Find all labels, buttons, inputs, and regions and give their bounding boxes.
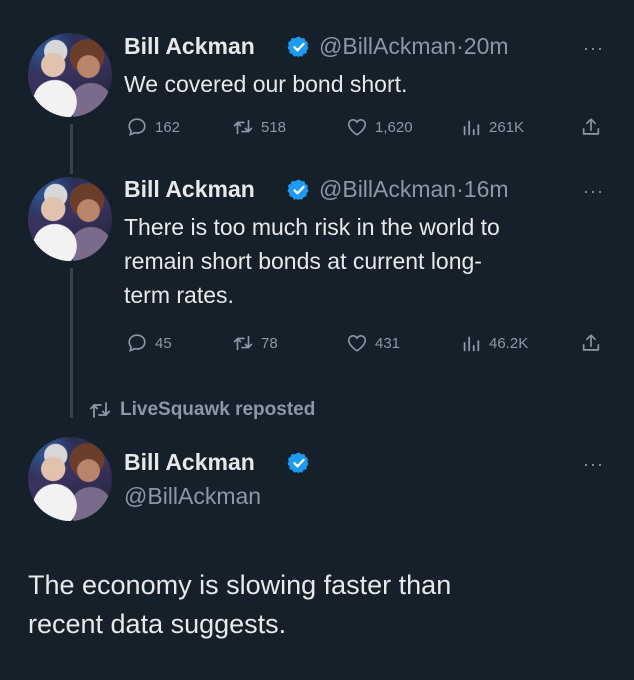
author-name[interactable]: Bill Ackman [124,33,255,60]
reply-count: 45 [155,334,172,352]
avatar[interactable] [28,177,112,261]
tweet-text-line: remain short bonds at current long- [124,248,482,274]
repost-icon [88,398,112,422]
more-icon[interactable]: ··· [583,38,604,59]
like-icon [346,332,368,354]
tweet-text: There is too much risk in the world to r… [124,210,500,312]
timestamp[interactable]: 16m [464,176,509,202]
views-icon [460,116,482,138]
repost-header[interactable]: LiveSquawk reposted [88,398,315,422]
more-icon[interactable]: ··· [583,454,604,475]
tweet-text-line: term rates. [124,282,234,308]
time-separator: · [456,33,464,59]
tweet-text-line: recent data suggests. [28,609,287,639]
thread-line [70,268,73,418]
like-button[interactable]: 431 [346,332,400,354]
verified-badge-icon [287,178,311,202]
share-icon [580,332,602,354]
views-count: 46.2K [489,334,529,352]
reply-button[interactable]: 45 [126,332,172,354]
avatar[interactable] [28,437,112,521]
repost-button[interactable]: 518 [232,116,286,138]
handle-text: @BillAckman [319,33,457,59]
like-icon [346,116,368,138]
reply-icon [126,332,148,354]
tweet-text: We covered our bond short. [124,71,408,97]
views-icon [460,332,482,354]
views-count: 261K [489,118,525,136]
repost-icon [232,332,254,354]
reply-count: 162 [155,118,181,136]
repost-label[interactable]: LiveSquawk reposted [120,399,315,421]
reply-button[interactable]: 162 [126,116,180,138]
repost-count: 78 [261,334,278,352]
author-handle[interactable]: @BillAckman·16m [319,176,509,203]
avatar[interactable] [28,33,112,117]
author-handle[interactable]: @BillAckman [124,483,261,510]
author-name[interactable]: Bill Ackman [124,449,255,476]
repost-button[interactable]: 78 [232,332,278,354]
verified-badge-icon [287,35,311,59]
share-button[interactable] [580,116,602,138]
like-count: 431 [375,334,401,352]
time-separator: · [456,176,464,202]
thread-line [70,124,73,174]
author-handle[interactable]: @BillAckman·20m [319,33,509,60]
tweet-text: The economy is slowing faster than recen… [28,566,618,644]
views-button[interactable]: 261K [460,116,524,138]
like-button[interactable]: 1,620 [346,116,413,138]
author-name[interactable]: Bill Ackman [124,176,255,203]
repost-count: 518 [261,118,287,136]
share-button[interactable] [580,332,602,354]
handle-text: @BillAckman [319,176,457,202]
timestamp[interactable]: 20m [464,33,509,59]
tweet-text-line: There is too much risk in the world to [124,214,500,240]
reply-icon [126,116,148,138]
like-count: 1,620 [375,118,413,136]
more-icon[interactable]: ··· [583,181,604,202]
verified-badge-icon [287,451,311,475]
tweet-text-line: The economy is slowing faster than [28,570,452,600]
share-icon [580,116,602,138]
views-button[interactable]: 46.2K [460,332,528,354]
repost-icon [232,116,254,138]
